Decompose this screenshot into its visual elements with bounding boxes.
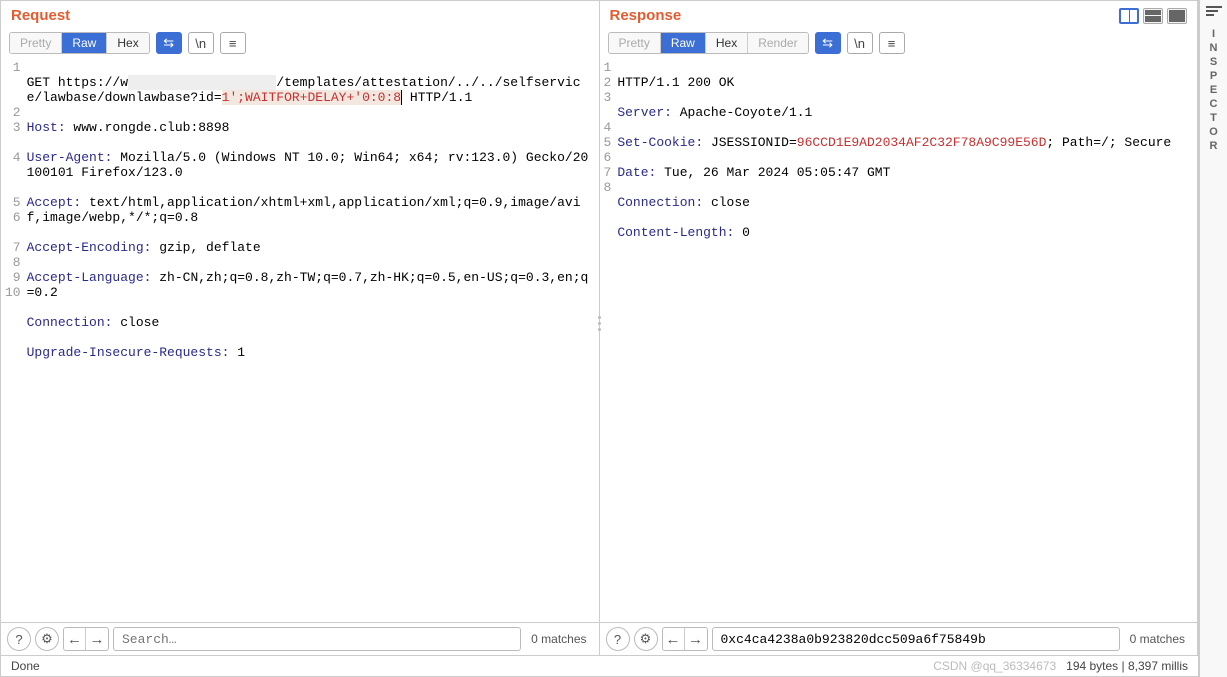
splitter-handle[interactable] bbox=[598, 316, 601, 331]
tab-raw[interactable]: Raw bbox=[661, 33, 706, 53]
request-gutter: 1 2 3 4 5 6 7 8 9 10 bbox=[1, 58, 27, 622]
tab-hex[interactable]: Hex bbox=[706, 33, 748, 53]
status-timing: 194 bytes | 8,397 millis bbox=[1066, 659, 1188, 673]
layout-single-icon[interactable] bbox=[1167, 8, 1187, 24]
help-icon[interactable]: ? bbox=[7, 627, 31, 651]
response-match-count: 0 matches bbox=[1124, 632, 1191, 646]
tab-pretty[interactable]: Pretty bbox=[10, 33, 62, 53]
prev-match-icon[interactable]: ← bbox=[663, 628, 685, 650]
help-icon[interactable]: ? bbox=[606, 627, 630, 651]
settings-icon[interactable]: ⚙ bbox=[634, 627, 658, 651]
request-searchbar: ? ⚙ ← → 0 matches bbox=[1, 622, 599, 655]
inspector-sidebar[interactable]: INSPECTOR bbox=[1199, 0, 1227, 677]
response-panel: Response Pretty Raw Hex Render ⇆ \n ≡ bbox=[600, 1, 1199, 655]
newline-icon[interactable]: \n bbox=[847, 32, 873, 54]
request-toolbar: Pretty Raw Hex ⇆ \n ≡ bbox=[1, 28, 599, 58]
status-done: Done bbox=[11, 659, 40, 673]
response-search-input[interactable] bbox=[712, 627, 1120, 651]
wrap-icon[interactable]: ⇆ bbox=[815, 32, 841, 54]
response-code[interactable]: HTTP/1.1 200 OK Server: Apache-Coyote/1.… bbox=[617, 58, 1197, 622]
wrap-icon[interactable]: ⇆ bbox=[156, 32, 182, 54]
settings-icon[interactable]: ⚙ bbox=[35, 627, 59, 651]
layout-columns-icon[interactable] bbox=[1119, 8, 1139, 24]
watermark: CSDN @qq_36334673 bbox=[933, 659, 1056, 673]
request-search-input[interactable] bbox=[113, 627, 521, 651]
response-editor[interactable]: 1 2 3 4 5 6 7 8 HTTP/1.1 200 OK Server: … bbox=[600, 58, 1198, 622]
next-match-icon[interactable]: → bbox=[685, 628, 707, 650]
layout-rows-icon[interactable] bbox=[1143, 8, 1163, 24]
request-match-count: 0 matches bbox=[525, 632, 592, 646]
menu-icon[interactable]: ≡ bbox=[220, 32, 246, 54]
prev-match-icon[interactable]: ← bbox=[64, 628, 86, 650]
request-editor[interactable]: 1 2 3 4 5 6 7 8 9 10 GET https://wxxxxxx… bbox=[1, 58, 599, 622]
tab-render[interactable]: Render bbox=[748, 33, 807, 53]
next-match-icon[interactable]: → bbox=[86, 628, 108, 650]
newline-icon[interactable]: \n bbox=[188, 32, 214, 54]
status-bar: Done CSDN @qq_36334673 194 bytes | 8,397… bbox=[1, 655, 1198, 676]
menu-icon[interactable]: ≡ bbox=[879, 32, 905, 54]
response-title: Response bbox=[610, 7, 682, 24]
request-title: Request bbox=[11, 7, 70, 24]
tab-raw[interactable]: Raw bbox=[62, 33, 107, 53]
request-panel: Request Pretty Raw Hex ⇆ \n ≡ 1 2 3 bbox=[1, 1, 600, 655]
tab-hex[interactable]: Hex bbox=[107, 33, 148, 53]
tab-pretty[interactable]: Pretty bbox=[609, 33, 661, 53]
inspector-toggle-icon[interactable] bbox=[1206, 6, 1222, 20]
response-toolbar: Pretty Raw Hex Render ⇆ \n ≡ bbox=[600, 28, 1198, 58]
request-code[interactable]: GET https://wxxxxxxxxxxxxxxxxxxx/templat… bbox=[27, 58, 599, 622]
response-gutter: 1 2 3 4 5 6 7 8 bbox=[600, 58, 618, 622]
response-searchbar: ? ⚙ ← → 0 matches bbox=[600, 622, 1198, 655]
inspector-label: INSPECTOR bbox=[1208, 28, 1220, 154]
